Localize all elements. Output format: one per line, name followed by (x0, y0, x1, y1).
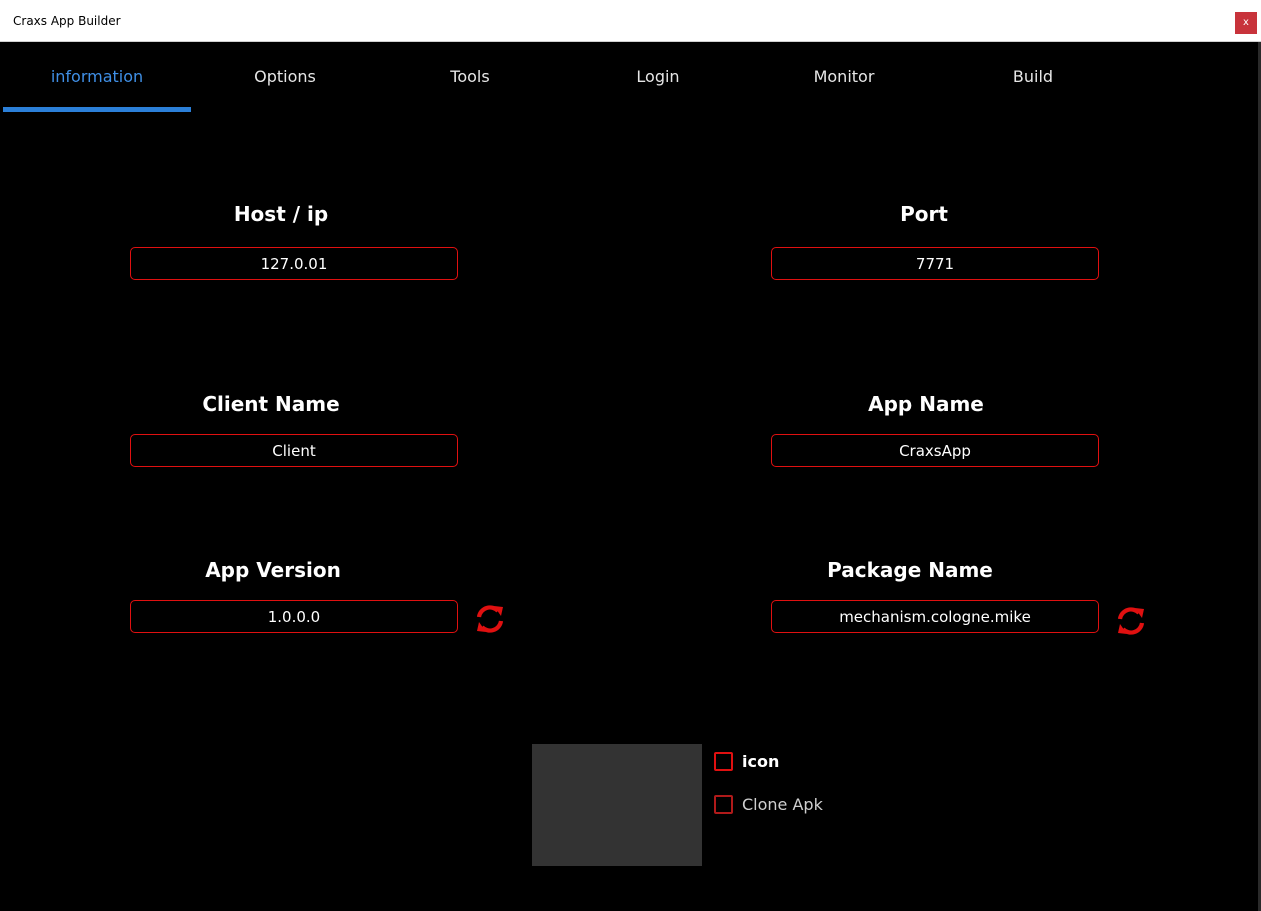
close-button[interactable]: x (1235, 12, 1257, 34)
tab-information[interactable]: information (3, 42, 191, 112)
icon-preview[interactable] (532, 744, 702, 866)
app-version-label: App Version (205, 558, 341, 582)
refresh-icon[interactable] (1116, 606, 1146, 636)
title-bar: Craxs App Builder x (0, 0, 1261, 42)
app-name-label: App Name (868, 392, 984, 416)
host-input[interactable] (130, 247, 458, 280)
app-window: Craxs App Builder x information Options … (0, 0, 1261, 911)
app-name-input[interactable] (771, 434, 1099, 467)
tab-options[interactable]: Options (191, 42, 379, 112)
icon-checkbox[interactable] (714, 752, 733, 771)
app-version-input[interactable] (130, 600, 458, 633)
port-input[interactable] (771, 247, 1099, 280)
client-name-input[interactable] (130, 434, 458, 467)
refresh-icon[interactable] (475, 604, 505, 634)
port-label: Port (900, 202, 948, 226)
tab-login[interactable]: Login (564, 42, 752, 112)
tab-tools[interactable]: Tools (376, 42, 564, 112)
window-title: Craxs App Builder (13, 14, 121, 28)
client-name-label: Client Name (202, 392, 340, 416)
clone-apk-checkbox[interactable] (714, 795, 733, 814)
tab-bar: information Options Tools Login Monitor … (3, 42, 1258, 112)
clone-apk-label: Clone Apk (742, 795, 823, 814)
close-icon: x (1243, 17, 1249, 28)
tab-monitor[interactable]: Monitor (750, 42, 938, 112)
active-tab-indicator (3, 107, 191, 112)
tab-build[interactable]: Build (939, 42, 1127, 112)
host-label: Host / ip (233, 202, 329, 226)
icon-option-label: icon (742, 752, 780, 771)
package-name-input[interactable] (771, 600, 1099, 633)
package-name-label: Package Name (827, 558, 993, 582)
